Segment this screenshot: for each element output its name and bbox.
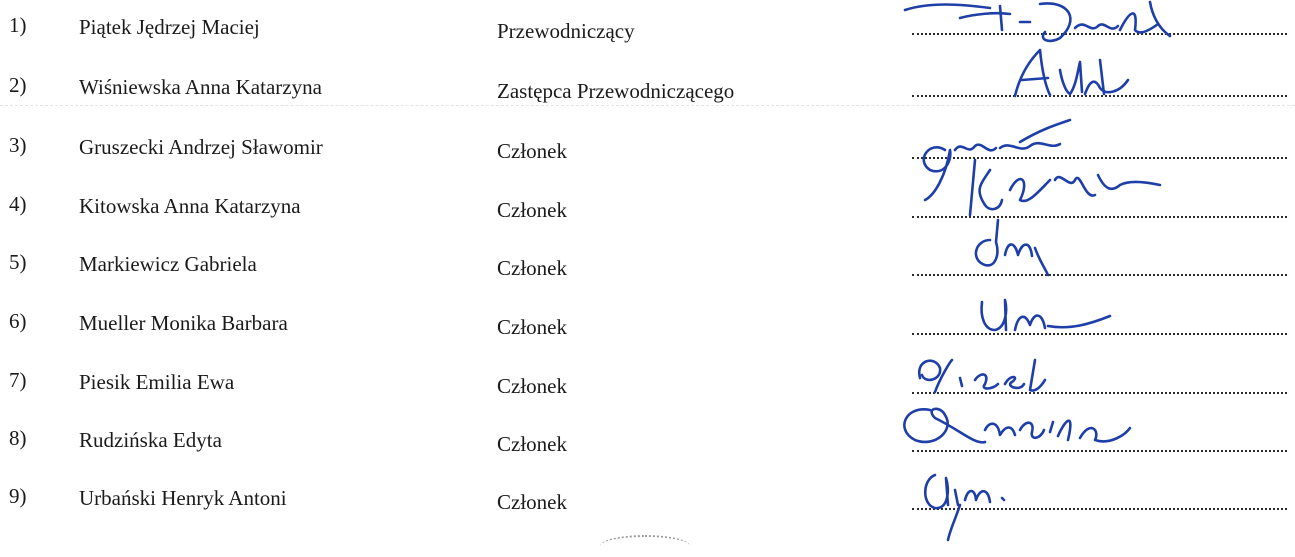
member-role: Członek [497, 139, 567, 163]
signature-line [912, 274, 1287, 276]
member-row-3: 3) Gruszecki Andrzej Sławomir Członek [0, 133, 1295, 191]
signature-line [912, 95, 1287, 97]
member-number: 1) [9, 13, 27, 37]
member-number: 2) [9, 73, 27, 97]
member-name: Urbański Henryk Antoni [79, 486, 287, 510]
member-name: Gruszecki Andrzej Sławomir [79, 135, 323, 159]
member-number: 7) [9, 368, 27, 392]
member-number: 4) [9, 192, 27, 216]
member-role: Członek [497, 256, 567, 280]
member-row-9: 9) Urbański Henryk Antoni Członek [0, 484, 1295, 542]
member-row-6: 6) Mueller Monika Barbara Członek [0, 309, 1295, 367]
signature-line [912, 392, 1287, 394]
member-number: 3) [9, 133, 27, 157]
member-row-2: 2) Wiśniewska Anna Katarzyna Zastępca Pr… [0, 73, 1295, 131]
member-row-5: 5) Markiewicz Gabriela Członek [0, 250, 1295, 308]
member-name: Markiewicz Gabriela [79, 252, 257, 276]
member-role: Członek [497, 432, 567, 456]
signature-line [912, 33, 1287, 35]
signature-line [912, 216, 1287, 218]
member-row-7: 7) Piesik Emilia Ewa Członek [0, 368, 1295, 426]
member-role: Zastępca Przewodniczącego [497, 79, 735, 103]
member-number: 9) [9, 484, 27, 508]
signature-line [912, 508, 1287, 510]
member-name: Wiśniewska Anna Katarzyna [79, 75, 322, 99]
member-name: Kitowska Anna Katarzyna [79, 194, 301, 218]
member-row-1: 1) Piątek Jędrzej Maciej Przewodniczący [0, 13, 1295, 71]
member-role: Członek [497, 315, 567, 339]
member-row-8: 8) Rudzińska Edyta Członek [0, 426, 1295, 484]
signature-line [912, 333, 1287, 335]
member-role: Członek [497, 374, 567, 398]
member-role: Przewodniczący [497, 19, 635, 43]
member-row-4: 4) Kitowska Anna Katarzyna Członek [0, 192, 1295, 250]
member-name: Piesik Emilia Ewa [79, 370, 235, 394]
member-number: 5) [9, 250, 27, 274]
signature-line [912, 450, 1287, 452]
member-role: Członek [497, 490, 567, 514]
member-number: 6) [9, 309, 27, 333]
member-name: Mueller Monika Barbara [79, 311, 288, 335]
member-number: 8) [9, 426, 27, 450]
member-name: Rudzińska Edyta [79, 428, 222, 452]
member-name: Piątek Jędrzej Maciej [79, 15, 260, 39]
signature-line [912, 157, 1287, 159]
stamp-edge [600, 535, 690, 557]
signature-list-page: 1) Piątek Jędrzej Maciej Przewodniczący … [0, 0, 1295, 544]
member-role: Członek [497, 198, 567, 222]
